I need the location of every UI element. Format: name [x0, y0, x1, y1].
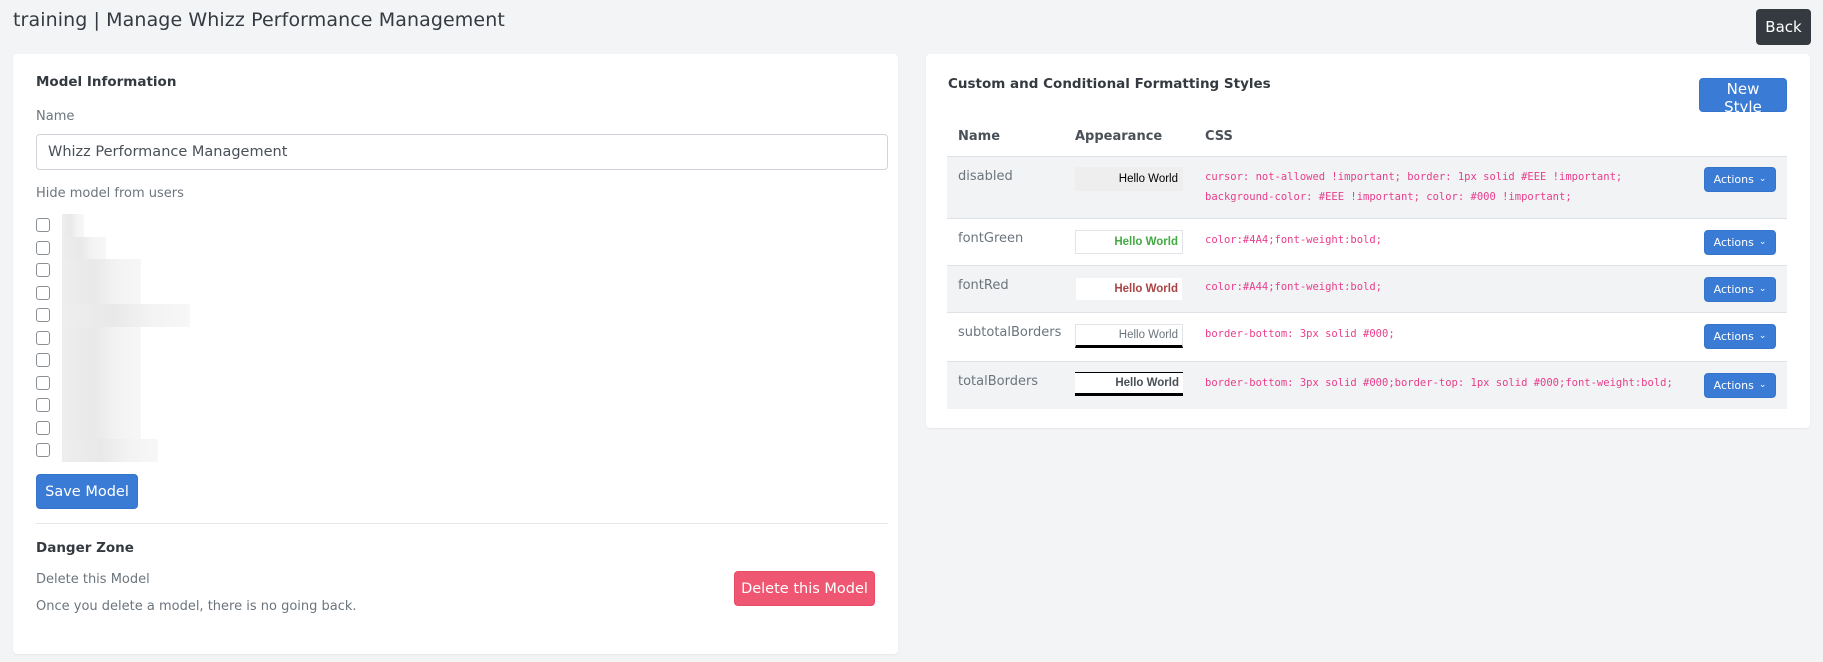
actions-button[interactable]: Actions ⌄ [1704, 230, 1776, 255]
style-css: border-bottom: 3px solid #000;border-top… [1205, 377, 1673, 389]
style-preview: Hello World [1075, 324, 1183, 348]
chevron-down-icon: ⌄ [1758, 380, 1767, 390]
user-checkbox[interactable] [36, 420, 50, 435]
actions-button[interactable]: Actions ⌄ [1704, 324, 1776, 349]
style-name: totalBorders [958, 374, 1039, 389]
user-row [36, 371, 336, 394]
table-row: disabled Hello World cursor: not-allowed… [947, 156, 1787, 218]
redacted-user-name [62, 416, 141, 439]
column-header-name: Name [958, 129, 1001, 144]
actions-button[interactable]: Actions ⌄ [1704, 373, 1776, 398]
redacted-user-name [62, 281, 141, 304]
chevron-down-icon: ⌄ [1758, 331, 1767, 341]
redacted-user-name [62, 304, 190, 327]
user-row [36, 416, 336, 439]
user-row [36, 214, 336, 237]
user-row [36, 394, 336, 417]
style-name: fontGreen [958, 231, 1024, 246]
style-name: subtotalBorders [958, 325, 1062, 340]
save-model-button[interactable]: Save Model [36, 474, 138, 509]
user-checkbox[interactable] [36, 285, 50, 300]
actions-button[interactable]: Actions ⌄ [1704, 277, 1776, 302]
page-title: training | Manage Whizz Performance Mana… [13, 9, 505, 31]
name-label: Name [36, 109, 75, 124]
chevron-down-icon: ⌄ [1758, 174, 1767, 184]
user-checkbox[interactable] [36, 263, 50, 278]
back-button[interactable]: Back [1756, 9, 1811, 45]
column-header-appearance: Appearance [1075, 129, 1163, 144]
user-checkbox[interactable] [36, 308, 50, 323]
formatting-styles-title: Custom and Conditional Formatting Styles [948, 76, 1271, 92]
table-row: totalBorders Hello World border-bottom: … [947, 361, 1787, 409]
user-row [36, 259, 336, 282]
redacted-user-name [62, 439, 158, 462]
style-name: disabled [958, 169, 1013, 184]
table-row: fontRed Hello World color:#A44;font-weig… [947, 265, 1787, 312]
style-css: color:#4A4;font-weight:bold; [1205, 234, 1383, 246]
style-preview: Hello World [1075, 277, 1183, 301]
user-checkbox[interactable] [36, 330, 50, 345]
user-checkbox[interactable] [36, 353, 50, 368]
redacted-user-name [62, 394, 141, 417]
delete-model-button[interactable]: Delete this Model [734, 571, 875, 606]
user-checkbox[interactable] [36, 398, 50, 413]
user-checkbox[interactable] [36, 240, 50, 255]
style-css: cursor: not-allowed !important; border: … [1205, 171, 1623, 203]
style-css: color:#A44;font-weight:bold; [1205, 281, 1383, 293]
user-checkbox[interactable] [36, 375, 50, 390]
model-name-input[interactable] [36, 134, 888, 170]
user-row [36, 304, 336, 327]
style-css: border-bottom: 3px solid #000; [1205, 328, 1395, 340]
table-header: Name Appearance CSS [947, 118, 1787, 156]
formatting-styles-card: Custom and Conditional Formatting Styles… [926, 54, 1810, 428]
style-preview: Hello World [1075, 167, 1183, 191]
model-information-title: Model Information [36, 74, 177, 90]
redacted-user-name [62, 349, 141, 372]
new-style-button[interactable]: New Style [1699, 78, 1787, 116]
user-checkbox[interactable] [36, 443, 50, 458]
redacted-user-name [62, 326, 141, 349]
delete-model-label: Delete this Model [36, 572, 150, 587]
chevron-down-icon: ⌄ [1758, 237, 1767, 247]
chevron-down-icon: ⌄ [1758, 284, 1767, 294]
redacted-user-name [62, 214, 84, 237]
style-name: fontRed [958, 278, 1009, 293]
user-row [36, 236, 336, 259]
style-preview: Hello World [1075, 372, 1183, 396]
styles-table: Name Appearance CSS disabled Hello World… [947, 118, 1787, 409]
user-row [36, 281, 336, 304]
danger-zone-title: Danger Zone [36, 540, 134, 556]
user-row [36, 439, 336, 462]
table-row: subtotalBorders Hello World border-botto… [947, 312, 1787, 361]
redacted-user-name [62, 371, 141, 394]
user-visibility-list [36, 214, 336, 462]
delete-warning-text: Once you delete a model, there is no goi… [36, 599, 357, 614]
user-checkbox[interactable] [36, 218, 50, 233]
style-preview: Hello World [1075, 230, 1183, 254]
redacted-user-name [62, 236, 106, 259]
divider [36, 523, 888, 524]
column-header-css: CSS [1205, 129, 1233, 144]
hide-model-label: Hide model from users [36, 186, 184, 201]
actions-button[interactable]: Actions ⌄ [1704, 167, 1776, 192]
redacted-user-name [62, 259, 141, 282]
model-information-card: Model Information Name Hide model from u… [13, 54, 898, 654]
table-row: fontGreen Hello World color:#4A4;font-we… [947, 218, 1787, 265]
user-row [36, 349, 336, 372]
user-row [36, 326, 336, 349]
